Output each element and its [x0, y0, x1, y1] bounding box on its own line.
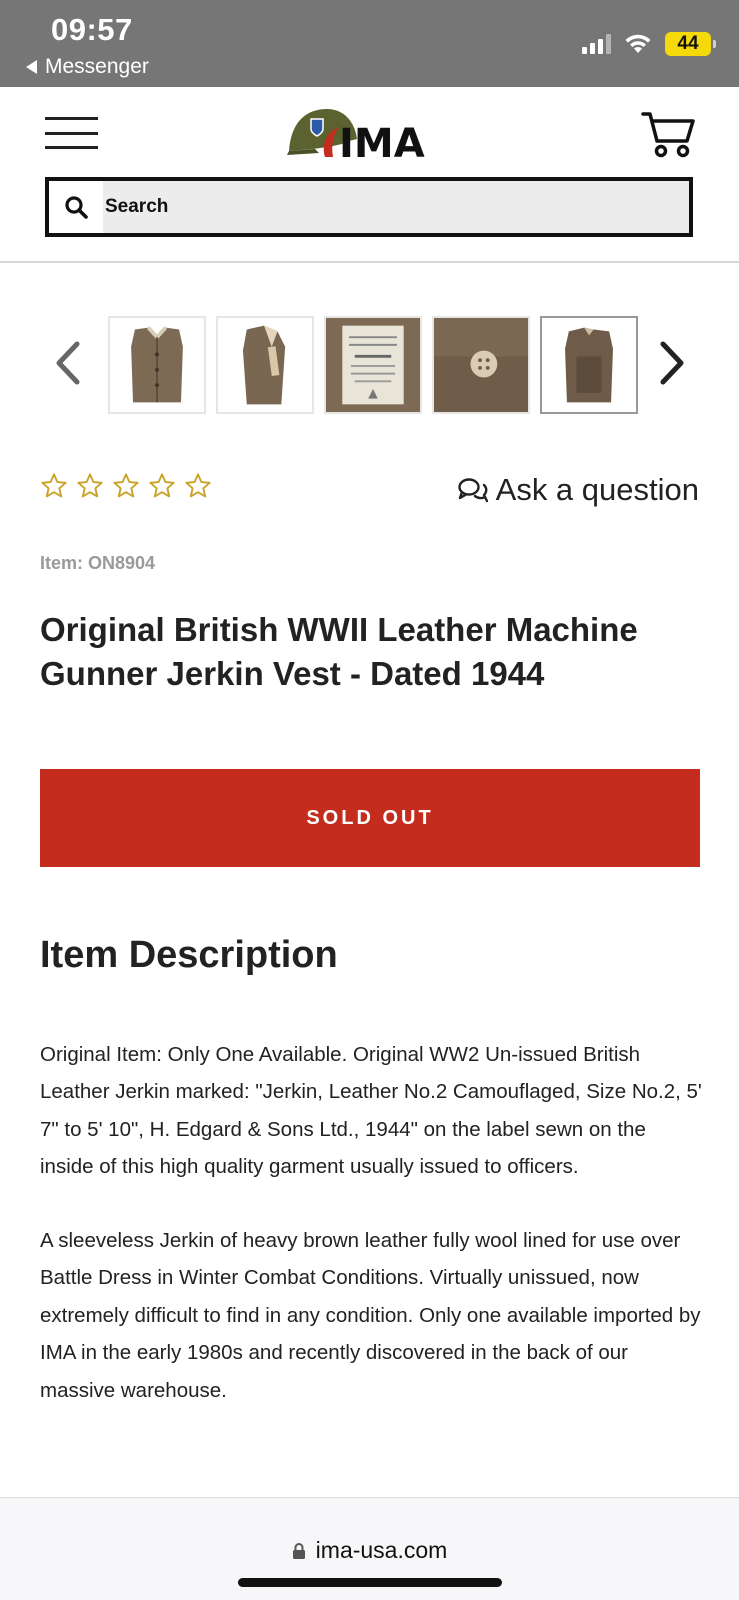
back-to-app-link[interactable]: Messenger	[26, 55, 149, 79]
product-title: Original British WWII Leather Machine Gu…	[40, 611, 638, 692]
star-outline-icon[interactable]	[184, 472, 212, 500]
lock-icon	[292, 1542, 305, 1559]
thumbnail-back-view[interactable]	[540, 316, 638, 414]
thumbnail-button-closeup[interactable]	[432, 316, 530, 414]
hamburger-menu-icon[interactable]	[45, 117, 98, 149]
cellular-signal-icon	[582, 34, 611, 54]
search-bar	[45, 177, 693, 237]
sold-out-button[interactable]: SOLD OUT	[40, 769, 700, 867]
description-paragraph: A sleeveless Jerkin of heavy brown leath…	[40, 1229, 701, 1402]
thumbnail-side-view[interactable]	[216, 316, 314, 414]
star-outline-icon[interactable]	[112, 472, 140, 500]
status-time: 09:57	[51, 12, 133, 47]
search-input[interactable]	[103, 181, 689, 233]
ask-question-link[interactable]: Ask a question	[457, 472, 699, 508]
description-paragraph: Original Item: Only One Available. Origi…	[40, 1043, 702, 1179]
back-triangle-icon	[26, 60, 37, 74]
search-icon[interactable]	[49, 181, 103, 233]
svg-text:IMA: IMA	[339, 121, 425, 161]
wifi-icon	[625, 34, 651, 53]
chevron-right-icon[interactable]	[652, 337, 692, 389]
address-bar[interactable]: ima-usa.com	[0, 1537, 739, 1564]
chat-bubbles-icon	[457, 478, 488, 503]
home-indicator[interactable]	[238, 1578, 502, 1587]
status-bar: 09:57 Messenger 44	[0, 0, 739, 87]
star-outline-icon[interactable]	[40, 472, 68, 500]
star-outline-icon[interactable]	[76, 472, 104, 500]
description-heading: Item Description	[40, 934, 338, 976]
thumbnail-label[interactable]	[324, 316, 422, 414]
shopping-cart-icon[interactable]	[640, 109, 696, 159]
browser-url-bar: ima-usa.com	[0, 1497, 739, 1600]
status-indicators: 44	[582, 32, 716, 56]
star-rating[interactable]	[40, 472, 212, 500]
item-number: Item: ON8904	[40, 553, 156, 573]
star-outline-icon[interactable]	[148, 472, 176, 500]
site-header: IMA	[0, 87, 739, 263]
url-text: ima-usa.com	[315, 1537, 448, 1563]
thumbnail-front-view[interactable]	[108, 316, 206, 414]
back-app-label: Messenger	[45, 55, 149, 78]
product-image-gallery	[0, 313, 739, 415]
battery-indicator: 44	[665, 32, 716, 56]
chevron-left-icon[interactable]	[48, 337, 88, 389]
thumbnail-strip	[108, 314, 640, 414]
ask-question-label: Ask a question	[495, 472, 699, 507]
ima-logo[interactable]: IMA	[287, 101, 452, 161]
